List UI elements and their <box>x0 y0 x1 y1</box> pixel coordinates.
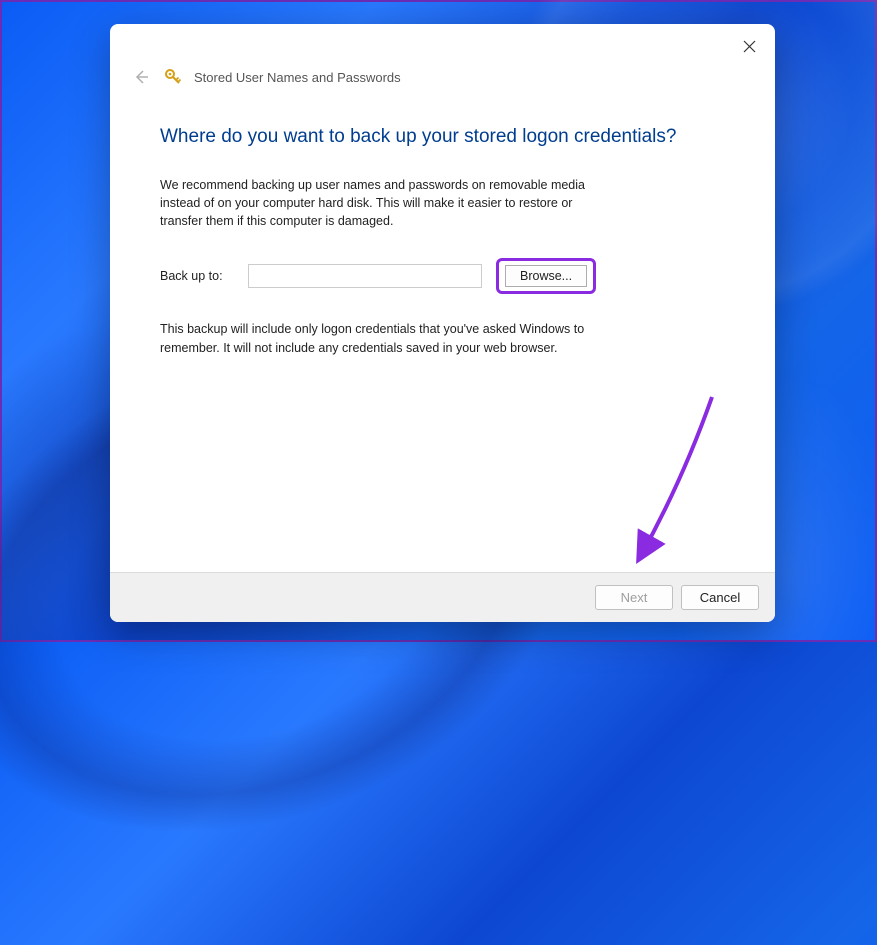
backup-note: This backup will include only logon cred… <box>160 320 620 356</box>
backup-path-input[interactable] <box>248 264 482 288</box>
wizard-header: Stored User Names and Passwords <box>110 66 775 106</box>
wizard-title: Stored User Names and Passwords <box>194 70 401 85</box>
next-button[interactable]: Next <box>595 585 673 610</box>
close-icon <box>743 40 756 53</box>
back-arrow-icon <box>132 68 150 86</box>
dialog-footer: Next Cancel <box>110 572 775 622</box>
cancel-button[interactable]: Cancel <box>681 585 759 610</box>
browse-button[interactable]: Browse... <box>505 265 587 287</box>
backup-credentials-dialog: Stored User Names and Passwords Where do… <box>110 24 775 622</box>
key-icon <box>164 68 182 86</box>
page-heading: Where do you want to back up your stored… <box>160 126 725 148</box>
backup-to-label: Back up to: <box>160 269 234 283</box>
backup-path-row: Back up to: Browse... <box>160 258 725 294</box>
back-button <box>130 66 152 88</box>
description-text: We recommend backing up user names and p… <box>160 176 600 230</box>
annotation-highlight: Browse... <box>496 258 596 294</box>
dialog-content: Where do you want to back up your stored… <box>110 106 775 572</box>
title-bar <box>110 24 775 66</box>
close-button[interactable] <box>735 32 763 60</box>
